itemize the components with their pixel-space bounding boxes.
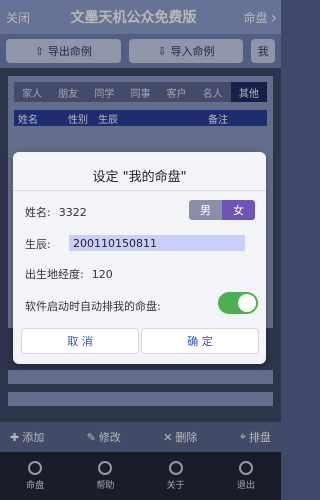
toggle-knob (238, 294, 256, 312)
gender-toggle: 男 女 (189, 200, 255, 220)
name-field[interactable]: 3322 (59, 206, 87, 219)
confirm-button[interactable]: 确 定 (141, 328, 259, 354)
longitude-row: 出生地经度: 120 (25, 266, 113, 282)
cancel-button[interactable]: 取 消 (21, 328, 139, 354)
auto-start-toggle[interactable] (218, 292, 258, 314)
gender-male-option[interactable]: 男 (189, 200, 222, 220)
name-label: 姓名: (25, 206, 51, 219)
divider (13, 190, 266, 191)
name-row: 姓名: 3322 (25, 204, 87, 220)
birth-row: 生辰: (25, 236, 59, 252)
birth-label: 生辰: (25, 238, 51, 251)
dialog-title: 设定 "我的命盘" (92, 170, 187, 185)
gender-female-option[interactable]: 女 (222, 200, 255, 220)
longitude-label: 出生地经度: (25, 268, 84, 281)
longitude-field[interactable]: 120 (92, 268, 113, 281)
birth-field[interactable]: 200110150811 (69, 235, 245, 251)
auto-start-row: 软件启动时自动排我的命盘: (25, 298, 169, 314)
my-chart-dialog: 设定 "我的命盘" 姓名: 3322 男 女 生辰: 200110150811 … (13, 152, 266, 364)
auto-start-label: 软件启动时自动排我的命盘: (25, 300, 161, 313)
